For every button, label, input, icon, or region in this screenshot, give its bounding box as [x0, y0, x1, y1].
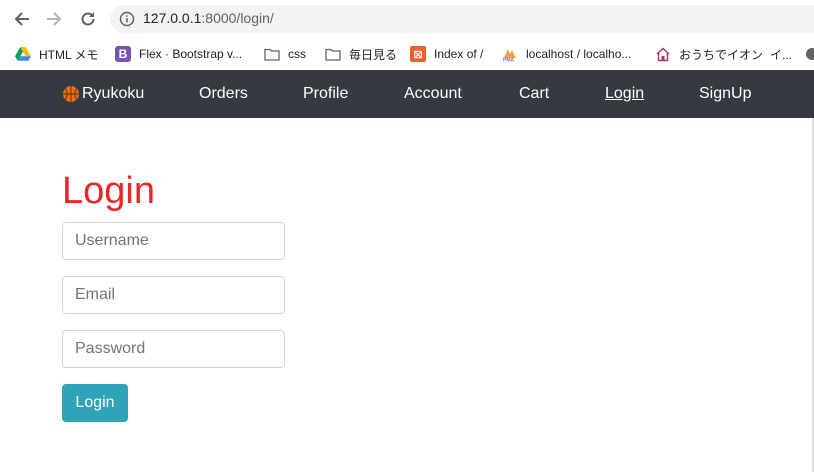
bookmark-flex-bootstrap[interactable]: B Flex · Bootstrap v... — [115, 43, 242, 65]
reload-icon[interactable] — [77, 8, 99, 30]
bookmark-label: Index of / — [434, 47, 484, 61]
url-path: :8000/login/ — [201, 10, 274, 26]
nav-login[interactable]: Login — [605, 70, 644, 118]
globe-icon[interactable] — [805, 43, 814, 65]
bookmark-label: css — [288, 47, 306, 61]
bookmark-label: localhost / localho... — [526, 47, 632, 61]
site-navbar: Ryukoku Orders Profile Account Cart Logi… — [0, 70, 814, 118]
bookmark-label: おうちでイオン — [679, 47, 764, 62]
nav-profile[interactable]: Profile — [303, 70, 348, 118]
bookmark-localhost[interactable]: PMA localhost / localho... — [502, 43, 631, 65]
svg-text:PMA: PMA — [503, 58, 515, 63]
nav-signup[interactable]: SignUp — [699, 70, 751, 118]
login-submit-button[interactable]: Login — [62, 384, 128, 422]
phpmyadmin-icon: PMA — [502, 46, 518, 62]
browser-toolbar: 127.0.0.1:8000/login/ — [0, 0, 814, 38]
bookmark-label: イ... — [770, 47, 793, 62]
xampp-icon: ⊠ — [410, 46, 426, 62]
bookmark-folder-daily[interactable]: 毎日見る — [325, 43, 397, 65]
bookmark-html-memo[interactable]: HTML メモ — [15, 43, 99, 65]
folder-icon — [325, 46, 341, 62]
google-drive-icon — [15, 46, 31, 62]
info-icon[interactable] — [119, 11, 135, 27]
back-arrow-icon[interactable] — [11, 8, 33, 30]
username-input[interactable] — [62, 222, 285, 260]
password-input[interactable] — [62, 330, 285, 368]
basketball-icon — [63, 86, 79, 102]
url-host: 127.0.0.1 — [143, 10, 202, 26]
page-title: Login — [62, 170, 155, 212]
bookmark-folder-css[interactable]: css — [264, 43, 306, 65]
house-icon — [655, 46, 671, 62]
bookmark-ouchi-aeon[interactable]: おうちでイオン — [655, 43, 763, 65]
folder-icon — [264, 46, 280, 62]
bookmark-truncated[interactable]: イ... — [770, 43, 792, 65]
forward-arrow-icon[interactable] — [43, 8, 65, 30]
bookmarks-bar: HTML メモ B Flex · Bootstrap v... css 毎日見る… — [0, 38, 814, 70]
bookmark-label: 毎日見る — [349, 47, 398, 62]
email-input[interactable] — [62, 276, 285, 314]
bootstrap-icon: B — [115, 46, 131, 62]
bookmark-label: HTML メモ — [39, 47, 99, 62]
bookmark-index-of[interactable]: ⊠ Index of / — [410, 43, 483, 65]
brand-name: Ryukoku — [82, 85, 145, 102]
nav-orders[interactable]: Orders — [199, 70, 248, 118]
nav-account[interactable]: Account — [404, 70, 462, 118]
address-bar[interactable]: 127.0.0.1:8000/login/ — [110, 5, 814, 33]
nav-cart[interactable]: Cart — [519, 70, 549, 118]
url-text: 127.0.0.1:8000/login/ — [143, 10, 274, 26]
bookmark-label: Flex · Bootstrap v... — [139, 47, 243, 61]
brand-link[interactable]: Ryukoku — [62, 70, 144, 118]
